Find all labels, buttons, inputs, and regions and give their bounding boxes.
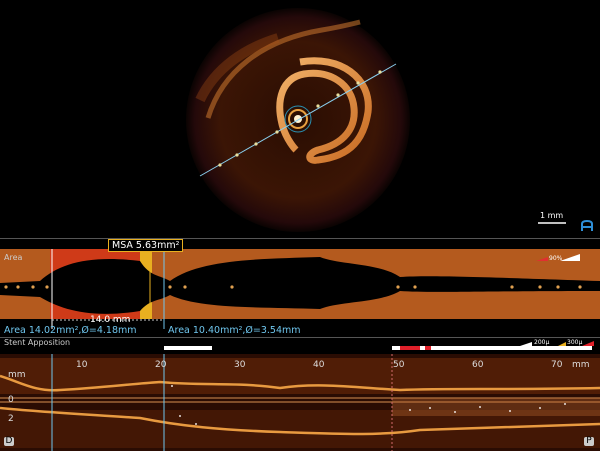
msa-label: MSA 5.63mm² <box>108 239 184 252</box>
apposition-legend-200-label: 200µ <box>534 339 550 346</box>
scale-bar-label: 1 mm <box>540 211 564 220</box>
area-panel-title: Area <box>4 253 23 262</box>
apposition-legend-300-label: 300µ <box>567 339 583 346</box>
distal-reference-label: Area 10.40mm²,Ø=3.54mm <box>168 325 301 336</box>
x-tick: 10 <box>76 360 88 370</box>
x-tick: 40 <box>313 360 325 370</box>
legend-percent: 90% <box>549 255 563 262</box>
x-tick: 20 <box>155 360 167 370</box>
area-graph-panel[interactable]: Area MSA 5.63mm² 14.0 mm Area 14.02mm²,Ø… <box>0 238 600 337</box>
stent-length-label: 14.0 mm <box>90 315 131 325</box>
distal-badge[interactable]: D <box>4 437 14 446</box>
x-tick: 60 <box>472 360 484 370</box>
proximal-badge[interactable]: P <box>584 437 594 446</box>
cross-section-image <box>186 8 566 232</box>
y-axis-unit: mm <box>8 370 26 380</box>
oct-cross-section-view[interactable]: 1 mm <box>0 0 600 237</box>
longitudinal-panel[interactable]: Stent Apposition mm 0 2 10 20 30 40 50 6… <box>0 337 600 451</box>
y-tick-0: 0 <box>8 395 14 405</box>
longitudinal-image <box>0 341 600 451</box>
proximal-reference-label: Area 14.02mm²,Ø=4.18mm <box>4 325 137 336</box>
abbott-logo <box>579 219 595 235</box>
x-tick: 70 <box>551 360 563 370</box>
x-tick: 30 <box>234 360 246 370</box>
y-tick-2: 2 <box>8 414 14 424</box>
x-axis-unit: mm <box>572 360 590 370</box>
x-tick: 50 <box>393 360 405 370</box>
